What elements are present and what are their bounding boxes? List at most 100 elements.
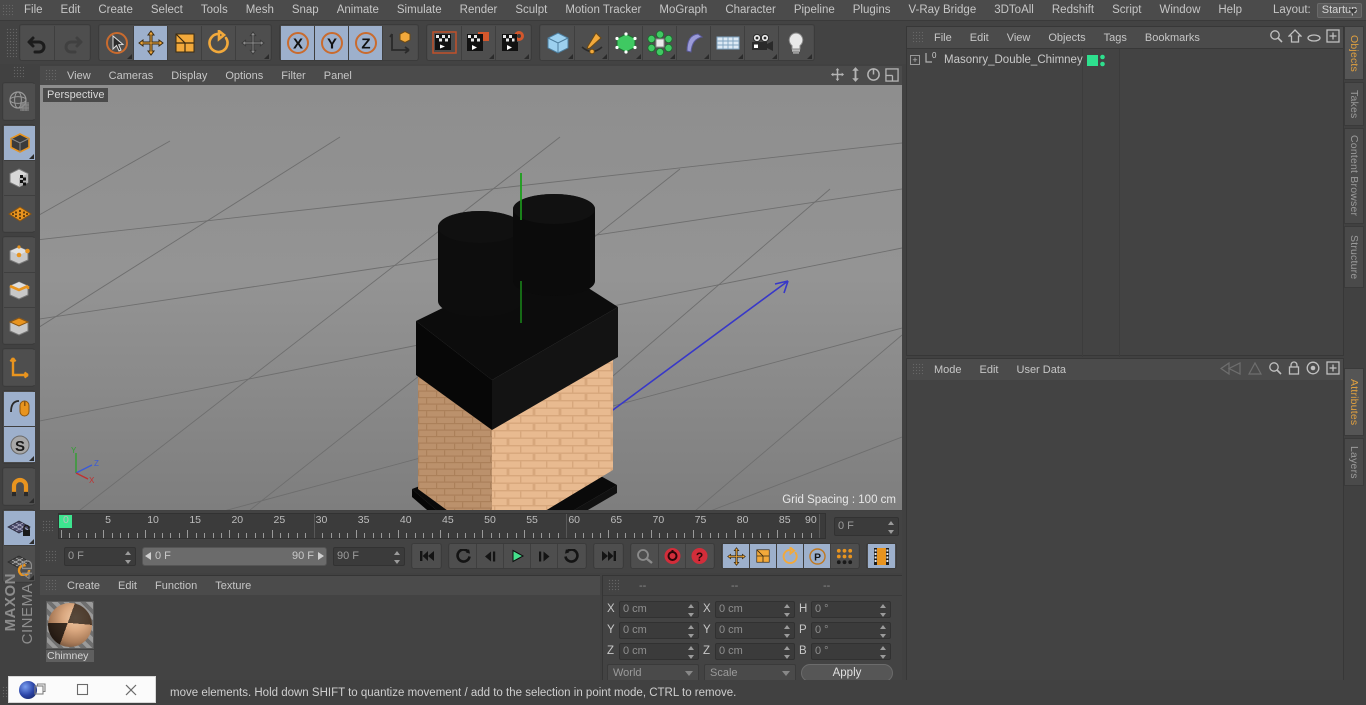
add-environment-button[interactable] xyxy=(711,25,745,60)
material-menu-function[interactable]: Function xyxy=(146,577,206,595)
transport-grip[interactable] xyxy=(45,549,56,563)
objmgr-menu-objects[interactable]: Objects xyxy=(1039,29,1094,47)
current-frame-spinner[interactable] xyxy=(888,520,895,534)
objmgr-menu-edit[interactable]: Edit xyxy=(961,29,998,47)
next-nav-icon[interactable] xyxy=(1247,361,1263,380)
attr-menu-user-data[interactable]: User Data xyxy=(1008,361,1076,379)
viewport-menu-options[interactable]: Options xyxy=(216,67,272,85)
size-y-field[interactable]: 0 cm xyxy=(715,621,795,639)
expand-toggle-icon[interactable]: + xyxy=(910,55,920,65)
rot-b-spinner[interactable] xyxy=(880,645,887,659)
menu-pipeline[interactable]: Pipeline xyxy=(785,0,844,20)
object-tag-swatch[interactable] xyxy=(1087,55,1098,66)
goto-end-button[interactable] xyxy=(595,544,622,568)
timeline-ruler[interactable]: 0 5 10 15 20 25 30 35 40 45 50 55 60 65 70 75 80 85 90 xyxy=(58,513,826,539)
menu-file[interactable]: File xyxy=(15,0,52,20)
menu-3dtoall[interactable]: 3DToAll xyxy=(985,0,1043,20)
current-frame-field[interactable]: 0 F xyxy=(834,516,899,536)
size-y-spinner[interactable] xyxy=(784,624,791,638)
menubar-grip[interactable] xyxy=(0,1,15,19)
vtab-takes[interactable]: Takes xyxy=(1344,82,1364,126)
vtab-attributes[interactable]: Attributes xyxy=(1344,368,1364,436)
add-nurbs-button[interactable] xyxy=(609,25,643,60)
menu-mesh[interactable]: Mesh xyxy=(237,0,283,20)
viewport-menu-filter[interactable]: Filter xyxy=(272,67,314,85)
live-selection-button[interactable] xyxy=(100,25,134,60)
rot-p-field[interactable]: 0 ° xyxy=(811,621,891,639)
pos-z-spinner[interactable] xyxy=(688,645,695,659)
rot-h-spinner[interactable] xyxy=(880,603,887,617)
size-x-field[interactable]: 0 cm xyxy=(715,600,795,618)
coordinates-grip[interactable] xyxy=(608,579,619,592)
menu-tools[interactable]: Tools xyxy=(192,0,237,20)
axis-mode-button[interactable] xyxy=(4,350,35,385)
viewport-grip[interactable] xyxy=(45,69,56,82)
viewport-3d-canvas[interactable]: Perspective Y Z X Grid Spacing: 100 cm xyxy=(40,85,902,510)
scale-tool-button[interactable] xyxy=(168,25,202,60)
viewport-menu-view[interactable]: View xyxy=(58,67,100,85)
menu-plugins[interactable]: Plugins xyxy=(844,0,900,20)
rotate-tool-button[interactable] xyxy=(202,25,236,60)
redo-button[interactable] xyxy=(55,25,89,60)
play-button[interactable] xyxy=(504,544,531,568)
object-manager-grip[interactable] xyxy=(912,31,923,44)
vtab-layers[interactable]: Layers xyxy=(1344,438,1364,486)
layout-select[interactable]: Startup xyxy=(1316,2,1363,18)
restore-window-icon[interactable] xyxy=(34,683,47,696)
menu-motion-tracker[interactable]: Motion Tracker xyxy=(556,0,650,20)
vtab-structure[interactable]: Structure xyxy=(1344,226,1364,288)
viewport-menu-display[interactable]: Display xyxy=(162,67,216,85)
end-frame-field[interactable]: 90 F xyxy=(333,546,405,566)
rot-h-field[interactable]: 0 ° xyxy=(811,600,891,618)
menu-window[interactable]: Window xyxy=(1150,0,1209,20)
parameter-key-button[interactable]: P xyxy=(804,544,831,568)
keyframe-selection-button[interactable]: ? xyxy=(686,544,713,568)
enable-snap-button[interactable] xyxy=(4,469,35,504)
size-z-spinner[interactable] xyxy=(784,645,791,659)
pan-view-icon[interactable] xyxy=(849,67,862,87)
edges-mode-button[interactable] xyxy=(4,273,35,308)
uv-mode-button[interactable] xyxy=(4,196,35,231)
material-menu-texture[interactable]: Texture xyxy=(206,577,260,595)
objmgr-menu-view[interactable]: View xyxy=(998,29,1040,47)
material-menu-create[interactable]: Create xyxy=(58,577,109,595)
menu-sculpt[interactable]: Sculpt xyxy=(506,0,556,20)
step-back-keyframe-button[interactable] xyxy=(450,544,477,568)
menu-character[interactable]: Character xyxy=(716,0,785,20)
world-object-coordinate-button[interactable] xyxy=(383,25,417,60)
play-forward-button[interactable] xyxy=(531,544,558,568)
rot-b-field[interactable]: 0 ° xyxy=(811,642,891,660)
menu-snap[interactable]: Snap xyxy=(283,0,328,20)
start-frame-field[interactable]: 0 F xyxy=(64,546,136,566)
target-icon[interactable] xyxy=(1306,361,1320,380)
attr-menu-mode[interactable]: Mode xyxy=(925,361,971,379)
menu-simulate[interactable]: Simulate xyxy=(388,0,451,20)
plus-box-icon[interactable] xyxy=(1326,361,1340,380)
menu-select[interactable]: Select xyxy=(142,0,192,20)
z-axis-lock-button[interactable]: Z xyxy=(349,25,383,60)
pos-y-field[interactable]: 0 cm xyxy=(619,621,699,639)
timeline-button[interactable] xyxy=(868,544,895,568)
play-reverse-button[interactable] xyxy=(477,544,504,568)
texture-mode-button[interactable] xyxy=(4,161,35,196)
timeline-grip[interactable] xyxy=(42,519,53,533)
make-editable-button[interactable] xyxy=(4,84,35,119)
ellipse-icon[interactable] xyxy=(1307,30,1321,48)
search-icon[interactable] xyxy=(1268,361,1282,380)
move-tool-button[interactable] xyxy=(134,25,168,60)
model-mode-button[interactable] xyxy=(4,126,35,161)
pos-z-field[interactable]: 0 cm xyxy=(619,642,699,660)
add-camera-button[interactable] xyxy=(745,25,779,60)
rotate-view-icon[interactable] xyxy=(866,67,881,87)
range-right-arrow-icon[interactable] xyxy=(318,552,324,560)
material-grip[interactable] xyxy=(45,579,56,592)
position-key-button[interactable] xyxy=(723,544,750,568)
menu-render[interactable]: Render xyxy=(451,0,507,20)
object-row-masonry-double-chimney[interactable]: + 0 Masonry_Double_Chimney xyxy=(907,51,1343,69)
polygons-mode-button[interactable] xyxy=(4,308,35,343)
add-deformer-button[interactable] xyxy=(677,25,711,60)
app-icon-cell[interactable] xyxy=(9,677,58,702)
plus-box-icon[interactable] xyxy=(1326,29,1340,48)
menu-create[interactable]: Create xyxy=(89,0,142,20)
start-frame-spinner[interactable] xyxy=(125,550,132,564)
